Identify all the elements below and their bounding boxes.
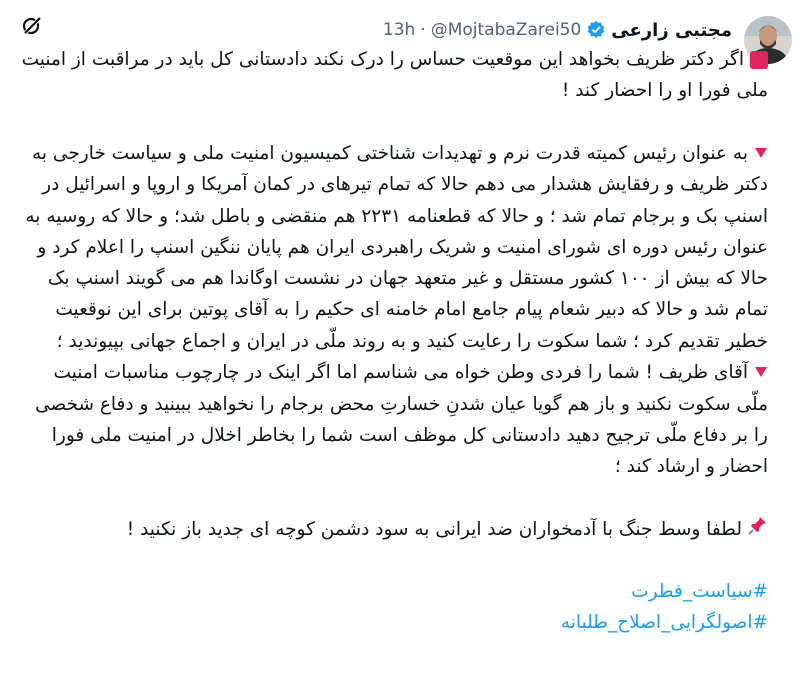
hashtag-link[interactable]: #سیاست_فطرت [20, 576, 768, 607]
paragraph-3: آقای ظریف ! شما را فردی وطن خواه می شناس… [20, 357, 768, 483]
grok-icon[interactable] [20, 14, 44, 38]
paragraph-2-text: به عنوان رئیس کمیته قدرت نرم و تهدیدات ش… [25, 142, 768, 352]
hashtag-link[interactable]: #اصولگرایی_اصلاح_طلبانه [20, 607, 768, 638]
pushpin-icon [748, 514, 768, 545]
timestamp[interactable]: 13h [383, 20, 415, 40]
verified-badge-icon [586, 20, 606, 40]
red-square-icon [750, 51, 768, 69]
paragraph-1-text: اگر دکتر ظریف بخواهد این موقعیت حساس را … [21, 49, 768, 102]
paragraph-2: به عنوان رئیس کمیته قدرت نرم و تهدیدات ش… [20, 138, 768, 357]
paragraph-3-text: آقای ظریف ! شما را فردی وطن خواه می شناس… [35, 362, 768, 478]
author-name[interactable]: مجتبی زارعی [611, 20, 732, 41]
paragraph-4-text: لطفا وسط جنگ با آدمخواران ضد ایرانی به س… [126, 518, 742, 540]
paragraph-4: لطفا وسط جنگ با آدمخواران ضد ایرانی به س… [20, 514, 768, 546]
tweet-body: اگر دکتر ظریف بخواهد این موقعیت حساس را … [20, 44, 768, 639]
red-triangle-icon [754, 357, 768, 388]
paragraph-1: اگر دکتر ظریف بخواهد این موقعیت حساس را … [20, 44, 768, 107]
red-triangle-icon [754, 138, 768, 169]
tweet-header: 13h · @MojtabaZarei50 مجتبی زارعی [383, 18, 732, 42]
separator-dot: · [420, 20, 426, 40]
author-handle[interactable]: @MojtabaZarei50 [431, 20, 582, 40]
